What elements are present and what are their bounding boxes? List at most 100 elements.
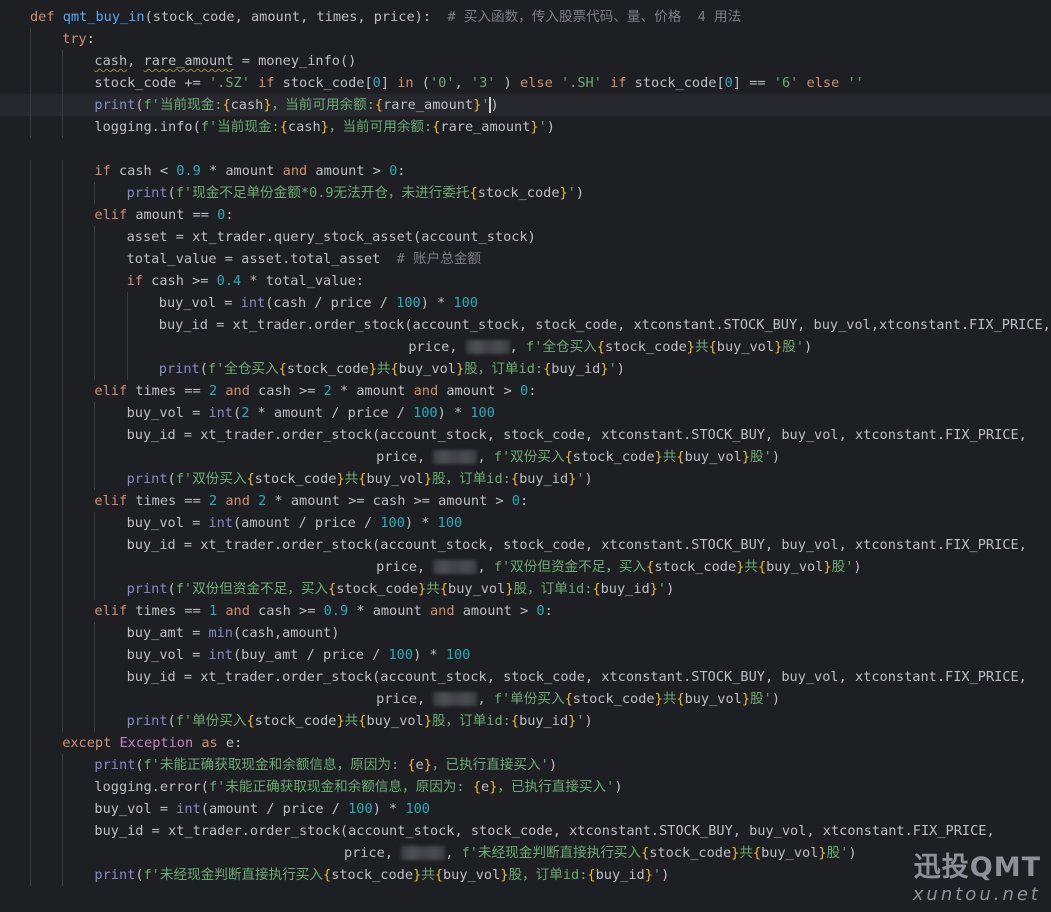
code-token: ) [771, 449, 781, 465]
indent-guide [62, 380, 64, 402]
indent-guide [30, 160, 31, 182]
code-text: print(f'未经现金判断直接执行买入{stock_code}共{buy_vo… [94, 864, 669, 886]
code-token: cash >= [151, 273, 217, 289]
code-token: buy_vol [766, 559, 824, 575]
code-line[interactable]: price, , f'全仓买入{stock_code}共{buy_vol}股') [0, 336, 1051, 358]
code-token: 0 [724, 75, 733, 91]
code-line[interactable]: print(f'当前现金:{cash}，当前可用余额:{rare_amount}… [0, 94, 1051, 116]
indent-guide [30, 578, 31, 600]
code-token: else [520, 75, 561, 91]
code-line[interactable]: print(f'现金不足单份金额*0.9无法开仓，未进行委托{stock_cod… [0, 182, 1051, 204]
code-token: stock_code [477, 185, 560, 201]
code-token: ( [167, 713, 176, 729]
code-token: , [509, 339, 527, 355]
code-line[interactable]: buy_amt = min(cash,amount) [0, 622, 1051, 644]
indent-guide [30, 490, 31, 512]
code-line[interactable]: price, , f'双份但资金不足，买入{stock_code}共{buy_v… [0, 556, 1051, 578]
code-line[interactable]: except Exception as e: [0, 732, 1051, 754]
code-token: ( [167, 581, 176, 597]
code-text: cash, rare_amount = money_info() [94, 50, 356, 72]
code-line[interactable]: asset = xt_trader.query_stock_asset(acco… [0, 226, 1051, 248]
code-token: } [418, 581, 427, 597]
code-token: '0' [429, 75, 455, 91]
code-line[interactable]: print(f'未经现金判断直接执行买入{stock_code}共{buy_vo… [0, 864, 1051, 886]
code-token: '.SZ' [208, 75, 250, 91]
code-token: 2 [208, 383, 218, 399]
code-line[interactable]: buy_id = xt_trader.order_stock(account_s… [0, 534, 1051, 556]
code-line[interactable]: print(f'单份买入{stock_code}共{buy_vol}股，订单id… [0, 710, 1051, 732]
code-token: { [469, 185, 478, 201]
code-line[interactable]: elif times == 2 and cash >= 2 * amount a… [0, 380, 1051, 402]
indent-guide [126, 314, 128, 336]
code-line[interactable]: if cash < 0.9 * amount and amount > 0: [0, 160, 1051, 182]
code-token: price, [376, 449, 434, 465]
code-token: except [62, 735, 120, 751]
code-line[interactable]: print(f'未能正确获取现金和余额信息，原因为: {e}，已执行直接买入') [0, 754, 1051, 776]
code-token: int [208, 515, 233, 531]
code-line[interactable]: price, , f'双份买入{stock_code}共{buy_vol}股') [0, 446, 1051, 468]
indent-guide [62, 534, 64, 556]
indent-guide [30, 864, 31, 886]
code-line[interactable]: buy_vol = int(amount / price / 100) * 10… [0, 798, 1051, 820]
code-token: 100 [413, 405, 438, 421]
code-token: } [320, 119, 329, 135]
code-line[interactable]: buy_id = xt_trader.order_stock(account_s… [0, 666, 1051, 688]
code-line[interactable]: total_value = asset.total_asset # 账户总金额 [0, 248, 1051, 270]
code-line[interactable]: cash, rare_amount = money_info() [0, 50, 1051, 72]
code-line[interactable]: buy_vol = int(amount / price / 100) * 10… [0, 512, 1051, 534]
code-line[interactable]: stock_code += '.SZ' if stock_code[0] in … [0, 72, 1051, 94]
code-line[interactable]: buy_id = xt_trader.order_stock(account_s… [0, 820, 1051, 842]
code-line[interactable]: buy_id = xt_trader.order_stock(account_s… [0, 424, 1051, 446]
code-token: stock_code [336, 581, 419, 597]
code-token: ( [199, 361, 208, 377]
code-token: 共 [662, 691, 677, 707]
code-line[interactable]: buy_vol = int(cash / price / 100) * 100 [0, 292, 1051, 314]
code-line[interactable]: buy_id = xt_trader.order_stock(account_s… [0, 314, 1051, 336]
code-token: 100 [348, 801, 373, 817]
code-token: buy_vol = [126, 515, 209, 531]
code-line[interactable]: price, , f'单份买入{stock_code}共{buy_vol}股') [0, 688, 1051, 710]
code-line[interactable]: elif times == 1 and cash >= 0.9 * amount… [0, 600, 1051, 622]
code-token: { [708, 339, 717, 355]
code-line[interactable]: buy_vol = int(2 * amount / price / 100) … [0, 402, 1051, 424]
code-token: logging.error( [94, 779, 209, 795]
code-line[interactable]: print(f'双份但资金不足，买入{stock_code}共{buy_vol}… [0, 578, 1051, 600]
code-token: cash >= [258, 383, 324, 399]
code-line[interactable]: price, , f'未经现金判断直接执行买入{stock_code}共{buy… [0, 842, 1051, 864]
code-token: } [368, 361, 377, 377]
code-line[interactable]: try: [0, 28, 1051, 50]
code-token: print [94, 867, 136, 883]
code-line[interactable]: print(f'双份买入{stock_code}共{buy_vol}股，订单id… [0, 468, 1051, 490]
code-line[interactable]: logging.info(f'当前现金:{cash}，当前可用余额:{rare_… [0, 116, 1051, 138]
code-token: '6' [773, 75, 799, 91]
code-token: stock_code [286, 361, 369, 377]
code-token: and [217, 493, 259, 509]
code-line[interactable]: def qmt_buy_in(stock_code, amount, times… [0, 6, 1051, 28]
code-line[interactable]: print(f'全仓买入{stock_code}共{buy_vol}股，订单id… [0, 358, 1051, 380]
code-line[interactable] [0, 138, 1051, 160]
indent-guide [62, 842, 64, 864]
code-line[interactable]: logging.error(f'未能正确获取现金和余额信息，原因为: {e}，已… [0, 776, 1051, 798]
code-token: } [654, 691, 663, 707]
code-token: { [676, 449, 685, 465]
code-token: ，当前可用余额: [328, 119, 433, 135]
code-line[interactable]: elif amount == 0: [0, 204, 1051, 226]
indent-guide [94, 270, 96, 292]
code-line[interactable]: if cash >= 0.4 * total_value: [0, 270, 1051, 292]
code-token: buy_vol = [94, 801, 177, 817]
code-token: buy_vol [366, 713, 424, 729]
code-token: 共 [739, 845, 753, 861]
indent-guide [30, 688, 31, 710]
code-token: ) [548, 757, 558, 773]
code-token: { [407, 757, 416, 773]
code-token: 股，订单id: [464, 361, 544, 377]
code-token: } [423, 757, 432, 773]
indent-guide [30, 336, 31, 358]
code-token: int [176, 801, 201, 817]
code-text: print(f'全仓买入{stock_code}共{buy_vol}股，订单id… [159, 358, 625, 380]
code-token: ' [652, 867, 662, 883]
code-line[interactable]: elif times == 2 and 2 * amount >= cash >… [0, 490, 1051, 512]
code-editor[interactable]: def qmt_buy_in(stock_code, amount, times… [0, 0, 1051, 912]
code-text: buy_vol = int(2 * amount / price / 100) … [127, 402, 495, 424]
code-line[interactable]: buy_vol = int(buy_amt / price / 100) * 1… [0, 644, 1051, 666]
